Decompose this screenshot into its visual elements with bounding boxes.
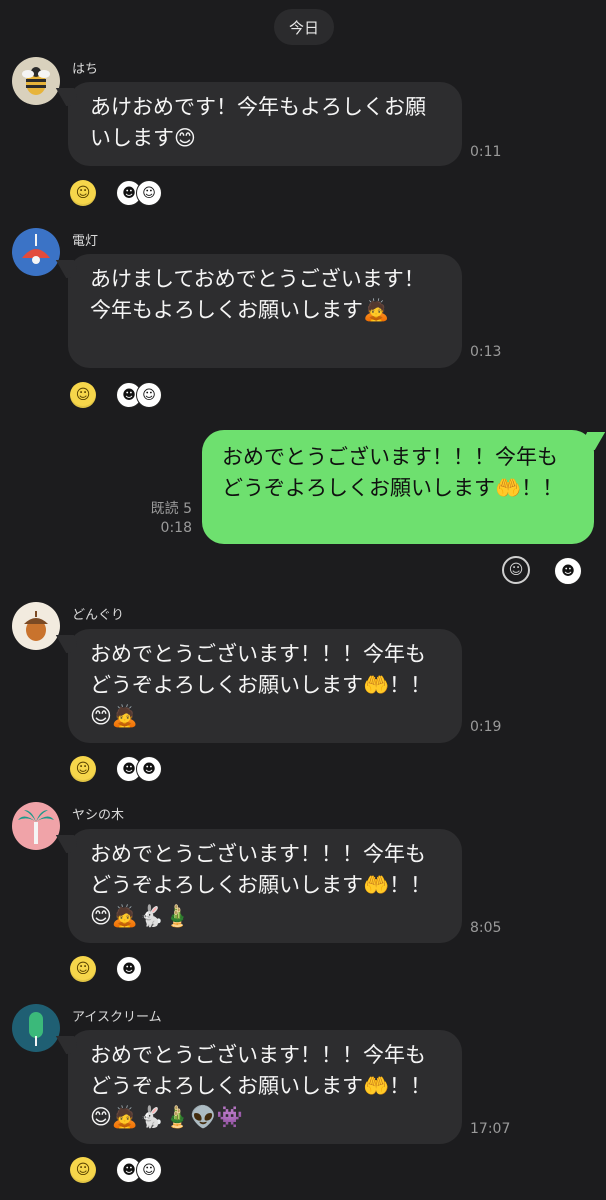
reaction-row: ☺ ☻ ☺: [70, 1156, 162, 1184]
reaction-row: ☺ ☻: [70, 955, 142, 983]
message-time: 0:11: [470, 144, 502, 160]
read-receipt: 既読 5 0:18: [140, 500, 192, 538]
reaction-row: ☺ ☻ ☺: [70, 381, 162, 409]
message-bubble[interactable]: あけましておめでとうございます！今年もよろしくお願いします🙇: [68, 254, 462, 368]
add-reaction-button[interactable]: ☺: [70, 1157, 96, 1183]
avatar-lamp[interactable]: [12, 228, 60, 276]
reaction-stamp-icon[interactable]: ☺: [136, 180, 162, 206]
message-bubble[interactable]: おめでとうございます！！！今年もどうぞよろしくお願いします🤲！！😊🙇🐇🎍: [68, 829, 462, 943]
add-reaction-button[interactable]: ☺: [70, 180, 96, 206]
sender-name: はち: [72, 62, 99, 77]
lamp-icon: [22, 234, 50, 264]
add-reaction-button[interactable]: ☺: [70, 382, 96, 408]
reaction-stamp-icon[interactable]: ☺: [136, 382, 162, 408]
sender-name: アイスクリーム: [72, 1010, 162, 1025]
bee-icon: [22, 67, 50, 95]
ice-cream-icon: [29, 1012, 43, 1046]
add-reaction-button[interactable]: ☺: [502, 556, 530, 584]
reaction-stamp-icon[interactable]: ☺: [136, 1157, 162, 1183]
message-bubble[interactable]: おめでとうございます！！！今年もどうぞよろしくお願いします🤲！！😊🙇: [68, 629, 462, 743]
message-bubble[interactable]: あけおめです！今年もよろしくお願いします😊: [68, 82, 462, 166]
message-time: 17:07: [470, 1121, 511, 1137]
avatar-palm[interactable]: [12, 802, 60, 850]
sender-name: ヤシの木: [72, 808, 125, 823]
reaction-stamp-icon[interactable]: ☻: [136, 756, 162, 782]
avatar-ice-cream[interactable]: [12, 1004, 60, 1052]
message-time: 0:13: [470, 344, 502, 360]
sender-name: 電灯: [72, 234, 99, 249]
sender-name: どんぐり: [72, 608, 125, 623]
avatar-acorn[interactable]: [12, 602, 60, 650]
palm-tree-icon: [18, 810, 54, 844]
message-time: 0:18: [160, 520, 192, 536]
reaction-row: ☺ ☻ ☺: [70, 179, 162, 207]
outgoing-bubble[interactable]: おめでとうございます！！！今年もどうぞよろしくお願いします🤲！！: [202, 430, 594, 544]
reaction-row: ☺ ☻ ☻: [70, 755, 162, 783]
avatar-bee[interactable]: [12, 57, 60, 105]
date-separator: 今日: [274, 9, 334, 45]
message-time: 8:05: [470, 920, 502, 936]
acorn-icon: [24, 611, 48, 641]
add-reaction-button[interactable]: ☺: [70, 756, 96, 782]
message-bubble[interactable]: おめでとうございます！！！今年もどうぞよろしくお願いします🤲！！😊🙇🐇🎍👽👾: [68, 1030, 462, 1144]
read-count: 既読 5: [150, 501, 192, 517]
add-reaction-button[interactable]: ☺: [70, 956, 96, 982]
reaction-stamp-icon[interactable]: ☻: [116, 956, 142, 982]
reaction-stamp-icon[interactable]: ☻: [554, 557, 582, 585]
message-time: 0:19: [470, 719, 502, 735]
